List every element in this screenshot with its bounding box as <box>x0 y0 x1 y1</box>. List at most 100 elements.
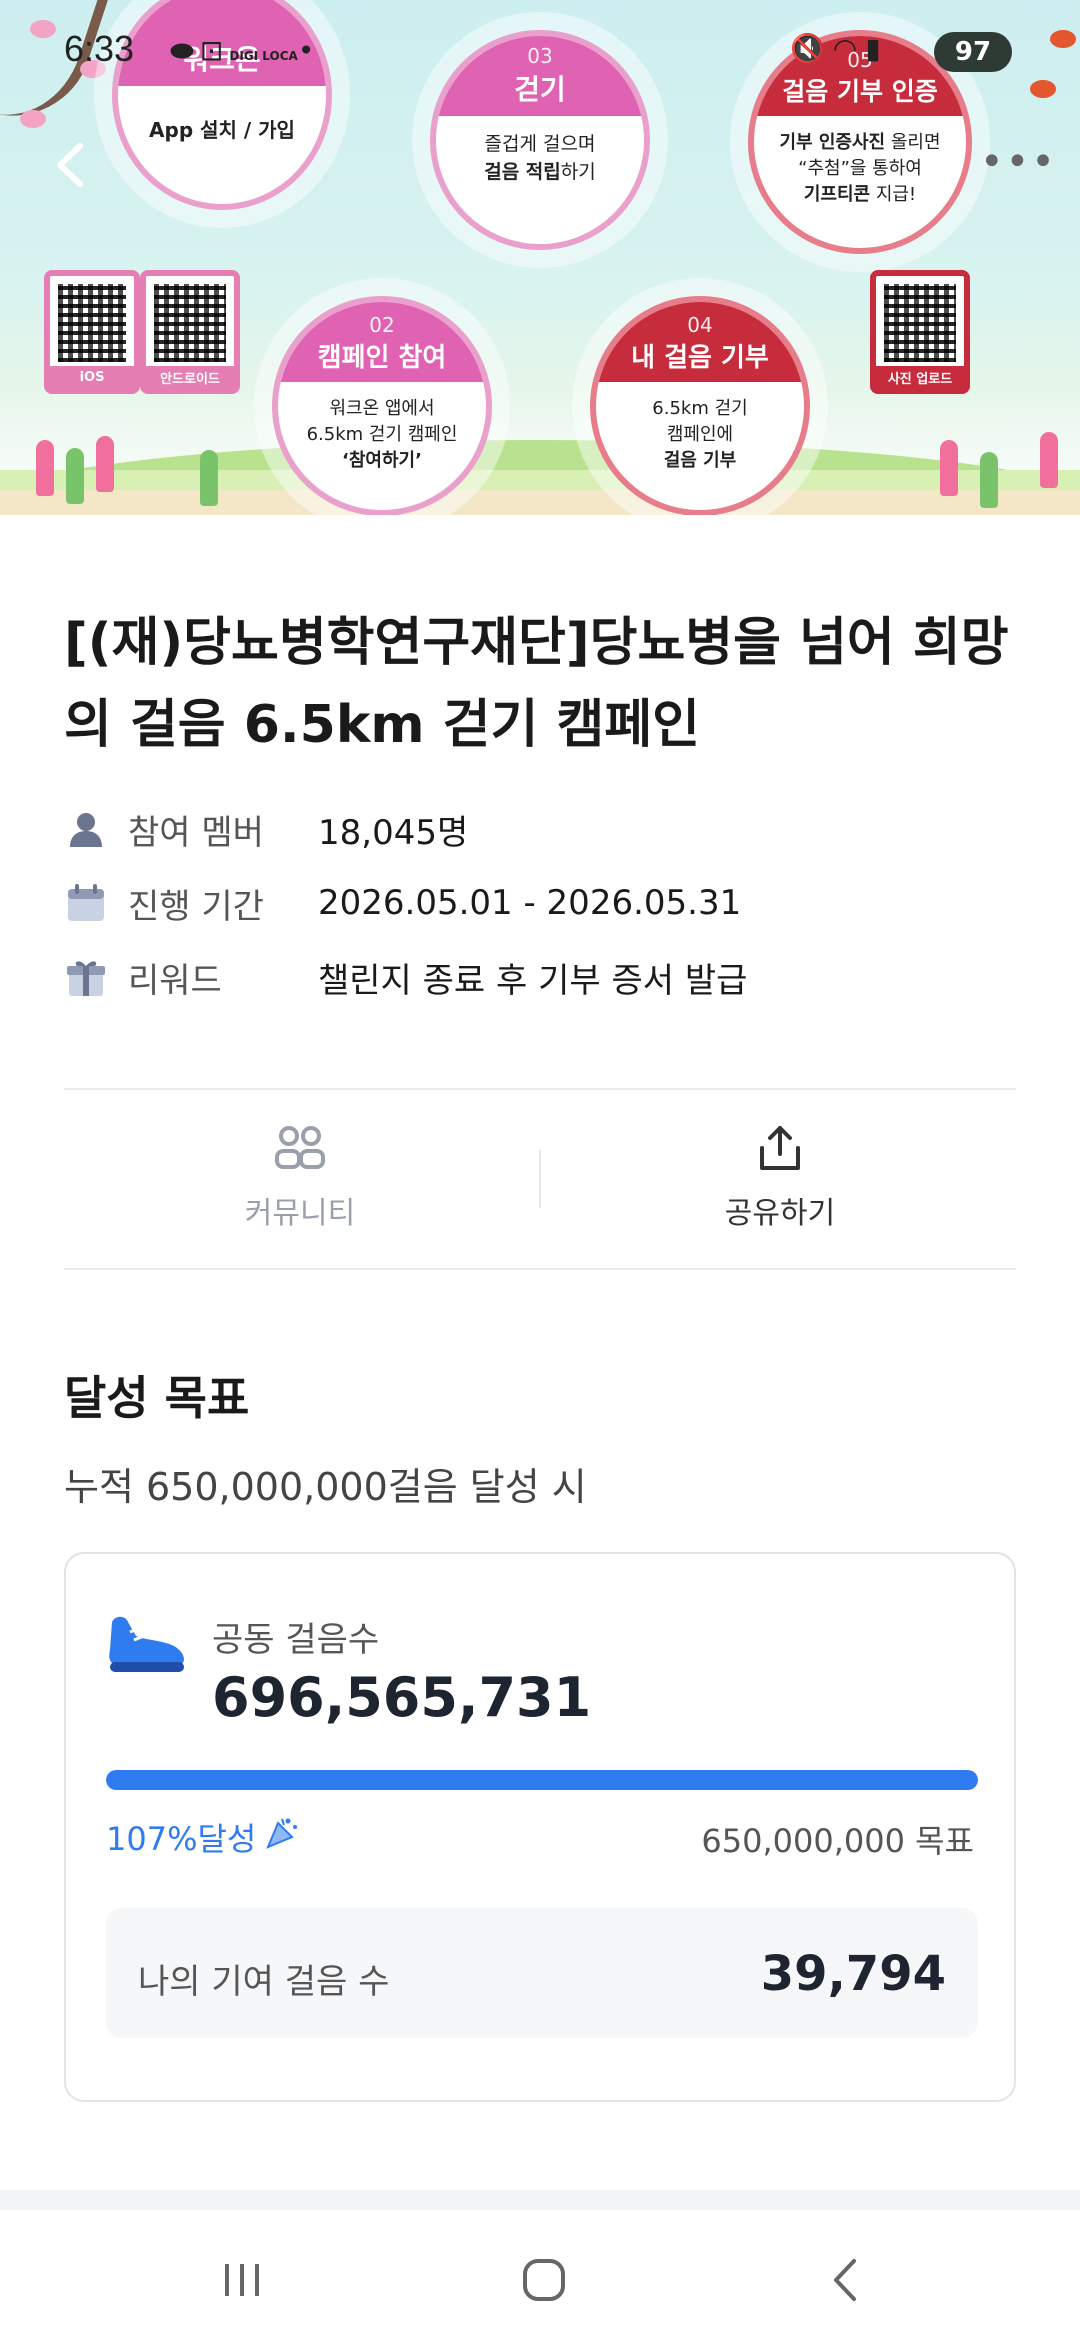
step-3-bubble: 03 걷기 즐겁게 걸으며 걸음 적립하기 <box>430 30 650 250</box>
step-3-line1: 즐겁게 걸으며 <box>484 133 596 155</box>
community-icon <box>150 1120 450 1176</box>
reward-label: 리워드 <box>128 960 222 1001</box>
battery-level: 97 <box>954 37 992 67</box>
campaign-banner: 워크온 App 설치 / 가입 03 걷기 즐겁게 걸으며 걸음 적립하기 05… <box>0 0 1080 515</box>
step-4-bubble: 04 내 걸음 기부 6.5km 걷기 캠페인에 걸음 기부 <box>590 296 810 515</box>
nav-back-button[interactable] <box>786 2230 906 2330</box>
qr-code-photo-upload: 사진 업로드 <box>870 270 970 394</box>
step-2-header: 02 캠페인 참여 <box>278 302 486 382</box>
campaign-title: [(재)당뇨병학연구재단]당뇨병을 넘어 희망의 걸음 6.5km 걷기 캠페인 <box>64 613 1009 755</box>
period-value: 2026.05.01 - 2026.05.31 <box>318 883 742 923</box>
reward-row: 리워드 챌린지 종료 후 기부 증서 발급 <box>64 952 747 1002</box>
tree-decoration <box>200 450 218 506</box>
shoe-icon <box>106 1610 188 1684</box>
step-2-title: 캠페인 참여 <box>317 343 447 373</box>
total-steps-label: 공동 걸음수 <box>212 1620 380 1660</box>
goal-card: 공동 걸음수 696,565,731 107%달성 650,000,000 목표… <box>64 1552 1016 2102</box>
goal-progress-bar <box>106 1770 978 1790</box>
my-contribution-box: 나의 기여 걸음 수 39,794 <box>106 1908 978 2038</box>
step-4-line2: 캠페인에 <box>666 424 734 445</box>
members-row: 참여 멤버 18,045명 <box>64 804 468 854</box>
step-3-header: 03 걷기 <box>436 36 644 116</box>
signal-icon: ▮ <box>865 32 889 65</box>
achieved-text: 107%달성 <box>106 1820 257 1858</box>
step-4-number: 04 <box>687 313 713 337</box>
qr-pattern <box>58 284 126 362</box>
section-divider <box>64 1088 1016 1090</box>
community-label: 커뮤니티 <box>244 1196 356 1231</box>
maple-leaf-decoration <box>1050 30 1076 48</box>
step-4-text: 6.5km 걷기 캠페인에 걸음 기부 <box>596 382 804 474</box>
battery-indicator: 97 <box>934 32 1012 72</box>
share-icon <box>630 1120 930 1176</box>
gift-icon <box>64 955 108 999</box>
step-5-line1-bold: 기부 인증사진 <box>779 132 886 153</box>
status-system-icons: 🔇◠▮ <box>790 32 889 65</box>
tree-decoration <box>940 440 958 496</box>
digi-loca-badge: DIGI LOCA <box>229 49 298 63</box>
qr-photo-caption: 사진 업로드 <box>876 366 964 388</box>
period-row: 진행 기간 2026.05.01 - 2026.05.31 <box>64 878 741 928</box>
banner-path <box>0 490 1080 515</box>
step-2-line1: 워크온 앱에서 <box>329 398 435 419</box>
qr-pattern <box>884 284 956 362</box>
total-steps-value: 696,565,731 <box>212 1666 592 1729</box>
qr-android-caption: 안드로이드 <box>146 366 234 388</box>
blossom-decoration <box>20 110 46 128</box>
system-navigation-bar <box>0 2210 1080 2340</box>
step-1-bubble: 워크온 App 설치 / 가입 <box>112 0 332 210</box>
goal-target: 650,000,000 목표 <box>701 1822 974 1860</box>
step-2-line2: 6.5km 걷기 캠페인 <box>306 424 458 445</box>
reward-value: 챌린지 종료 후 기부 증서 발급 <box>318 960 748 1001</box>
step-3-line2-rest: 하기 <box>560 161 596 183</box>
tree-decoration <box>66 448 84 504</box>
share-label: 공유하기 <box>724 1196 836 1231</box>
more-options-button[interactable]: ••• <box>980 142 1057 182</box>
section-gap <box>0 2190 1080 2210</box>
back-button[interactable] <box>50 140 100 190</box>
step-5-line1-rest: 올리면 <box>885 132 941 153</box>
calendar-icon <box>64 881 108 925</box>
step-5-line2: “추첨”을 통하여 <box>798 158 922 179</box>
my-steps-label: 나의 기여 걸음 수 <box>138 1962 390 2002</box>
qr-ios-caption: iOS <box>50 366 134 388</box>
home-button[interactable] <box>484 2230 604 2330</box>
tree-decoration <box>36 440 54 496</box>
step-4-line1: 6.5km 걷기 <box>652 398 748 419</box>
step-3-number: 03 <box>527 44 553 68</box>
goal-subtitle: 누적 650,000,000걸음 달성 시 <box>64 1465 587 1509</box>
home-icon <box>523 2259 565 2301</box>
tree-decoration <box>1040 432 1058 488</box>
share-button[interactable]: 공유하기 <box>630 1120 930 1232</box>
nav-back-icon <box>834 2259 856 2301</box>
recent-apps-button[interactable] <box>182 2230 302 2330</box>
mute-icon: 🔇 <box>790 32 833 65</box>
step-1-text: App 설치 / 가입 <box>149 118 295 142</box>
status-time: 6:33 <box>64 28 135 69</box>
back-arrow-icon <box>57 143 83 187</box>
qr-code-android: 안드로이드 <box>140 270 240 394</box>
step-2-line3: ‘참여하기’ <box>342 450 422 471</box>
step-2-bubble: 02 캠페인 참여 워크온 앱에서 6.5km 걷기 캠페인 ‘참여하기’ <box>272 296 492 515</box>
step-3-text: 즐겁게 걸으며 걸음 적립하기 <box>436 116 644 186</box>
step-5-text: 기부 인증사진 올리면 “추첨”을 통하여 기프티콘 지급! <box>754 116 966 208</box>
community-button[interactable]: 커뮤니티 <box>150 1120 450 1232</box>
goal-progress-fill <box>106 1770 978 1790</box>
blossom-decoration <box>30 20 56 38</box>
party-popper-icon <box>264 1815 300 1859</box>
step-4-line3: 걸음 기부 <box>663 450 737 471</box>
pill-icon: ⬬ <box>170 34 200 67</box>
step-2-number: 02 <box>369 313 395 337</box>
step-5-line3-bold: 기프티콘 <box>803 184 871 205</box>
achieved-status: 107%달성 <box>106 1814 300 1860</box>
wifi-icon: ◠ <box>832 32 866 65</box>
tree-decoration <box>96 436 114 492</box>
step-2-text: 워크온 앱에서 6.5km 걷기 캠페인 ‘참여하기’ <box>278 382 486 474</box>
qr-code-ios: iOS <box>44 270 140 394</box>
period-label: 진행 기간 <box>128 886 264 927</box>
action-separator <box>539 1150 541 1208</box>
qr-pattern <box>154 284 226 362</box>
step-3-line2-bold: 걸음 적립 <box>484 161 561 183</box>
section-divider <box>64 1268 1016 1270</box>
recent-apps-icon <box>225 2264 259 2296</box>
